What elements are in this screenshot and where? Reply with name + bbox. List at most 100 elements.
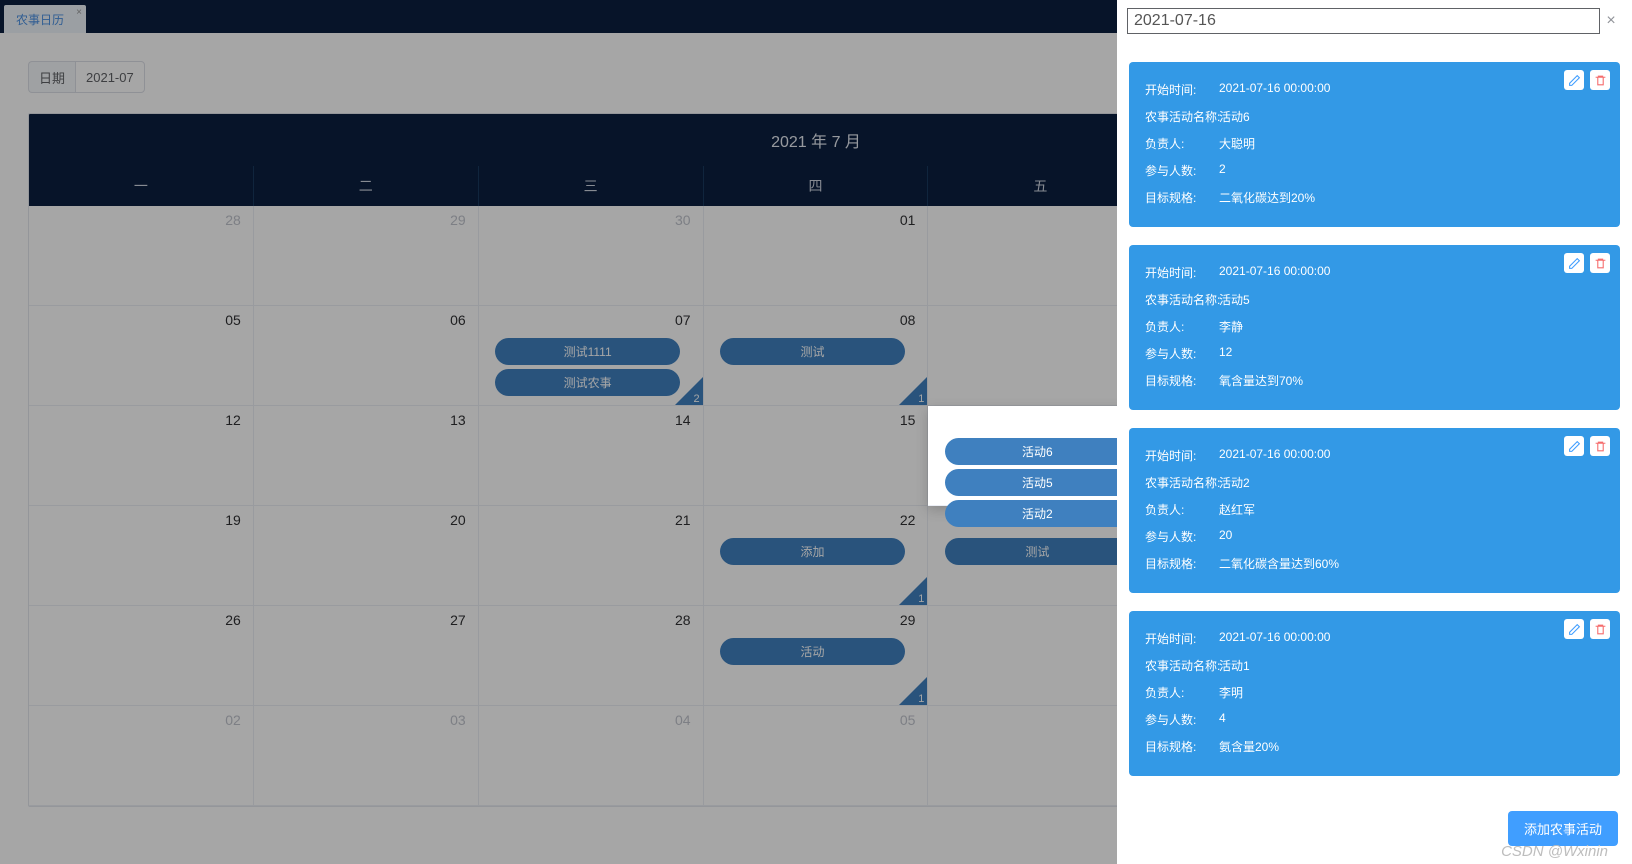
calendar-cell[interactable]: 12 [29, 406, 254, 506]
event-count-badge: 1 [899, 577, 927, 605]
day-number: 05 [900, 712, 916, 728]
card-field-value: 活动2 [1219, 474, 1604, 491]
delete-icon[interactable] [1590, 70, 1610, 90]
card-field-value: 2021-07-16 00:00:00 [1219, 630, 1604, 647]
card-field-label: 开始时间: [1145, 630, 1219, 647]
calendar-cell[interactable]: 05 [704, 706, 929, 806]
card-field-label: 开始时间: [1145, 81, 1219, 98]
calendar-cell[interactable]: 08测试1 [704, 306, 929, 406]
card-field-value: 赵红军 [1219, 501, 1604, 518]
calendar-cell[interactable]: 02 [29, 706, 254, 806]
calendar-event[interactable]: 测试农事 [495, 369, 680, 396]
calendar-cell[interactable]: 03 [254, 706, 479, 806]
card-row: 目标规格:氨含量20% [1145, 733, 1604, 760]
drawer-date-input[interactable] [1127, 8, 1600, 34]
card-field-value: 20 [1219, 528, 1604, 545]
tab-label: 农事日历 [16, 11, 64, 28]
calendar-cell[interactable]: 22添加1 [704, 506, 929, 606]
close-icon[interactable]: × [1600, 12, 1622, 30]
edit-icon[interactable] [1564, 619, 1584, 639]
calendar-cell[interactable]: 06 [254, 306, 479, 406]
card-field-label: 开始时间: [1145, 447, 1219, 464]
card-field-label: 负责人: [1145, 318, 1219, 335]
card-field-label: 参与人数: [1145, 345, 1219, 362]
calendar-cell[interactable]: 15 [704, 406, 929, 506]
day-number: 08 [900, 312, 916, 328]
calendar-event[interactable]: 测试 [945, 538, 1130, 565]
calendar-event[interactable]: 测试1111 [495, 338, 680, 365]
card-row: 农事活动名称:活动2 [1145, 469, 1604, 496]
calendar-cell[interactable]: 29 [254, 206, 479, 306]
weekday-header: 二 [254, 166, 479, 206]
card-row: 开始时间:2021-07-16 00:00:00 [1145, 442, 1604, 469]
calendar-cell[interactable]: 13 [254, 406, 479, 506]
card-row: 负责人:李静 [1145, 313, 1604, 340]
day-number: 14 [675, 412, 691, 428]
calendar-event[interactable]: 活动5 [945, 469, 1130, 496]
calendar-cell[interactable]: 28 [479, 606, 704, 706]
calendar-cell[interactable]: 20 [254, 506, 479, 606]
card-field-label: 农事活动名称: [1145, 291, 1219, 308]
card-field-value: 二氧化碳含量达到60% [1219, 555, 1604, 572]
card-row: 负责人:赵红军 [1145, 496, 1604, 523]
card-field-value: 4 [1219, 711, 1604, 728]
card-field-value: 活动5 [1219, 291, 1604, 308]
calendar-cell[interactable]: 28 [29, 206, 254, 306]
card-field-value: 活动1 [1219, 657, 1604, 674]
delete-icon[interactable] [1590, 253, 1610, 273]
day-number: 02 [225, 712, 241, 728]
calendar-cell[interactable]: 19 [29, 506, 254, 606]
calendar-event[interactable]: 活动6 [945, 438, 1130, 465]
day-number: 07 [675, 312, 691, 328]
calendar-cell[interactable]: 26 [29, 606, 254, 706]
calendar-cell[interactable]: 05 [29, 306, 254, 406]
day-number: 13 [450, 412, 466, 428]
calendar-event[interactable]: 添加 [720, 538, 905, 565]
drawer-body: 开始时间:2021-07-16 00:00:00农事活动名称:活动6负责人:大聪… [1117, 40, 1632, 801]
delete-icon[interactable] [1590, 436, 1610, 456]
card-row: 农事活动名称:活动1 [1145, 652, 1604, 679]
card-field-label: 目标规格: [1145, 555, 1219, 572]
calendar-cell[interactable]: 14 [479, 406, 704, 506]
event-count-badge: 2 [675, 377, 703, 405]
card-field-value: 活动6 [1219, 108, 1604, 125]
tab-farming-calendar[interactable]: 农事日历 × [4, 5, 86, 33]
day-number: 04 [675, 712, 691, 728]
card-field-label: 负责人: [1145, 135, 1219, 152]
day-number: 26 [225, 612, 241, 628]
card-field-value: 二氧化碳达到20% [1219, 189, 1604, 206]
card-field-label: 目标规格: [1145, 372, 1219, 389]
calendar-event[interactable]: 活动2 [945, 500, 1130, 527]
card-field-value: 2021-07-16 00:00:00 [1219, 447, 1604, 464]
date-picker-value[interactable]: 2021-07 [75, 61, 145, 93]
day-number: 01 [900, 212, 916, 228]
calendar-event[interactable]: 测试 [720, 338, 905, 365]
close-icon[interactable]: × [76, 7, 82, 18]
calendar-cell[interactable]: 04 [479, 706, 704, 806]
card-field-value: 2021-07-16 00:00:00 [1219, 264, 1604, 281]
day-number: 29 [900, 612, 916, 628]
card-field-label: 目标规格: [1145, 738, 1219, 755]
calendar-cell[interactable]: 30 [479, 206, 704, 306]
side-drawer: × 开始时间:2021-07-16 00:00:00农事活动名称:活动6负责人:… [1117, 0, 1632, 864]
calendar-event[interactable]: 活动 [720, 638, 905, 665]
calendar-cell[interactable]: 29活动1 [704, 606, 929, 706]
calendar-cell[interactable]: 01 [704, 206, 929, 306]
edit-icon[interactable] [1564, 253, 1584, 273]
card-field-value: 氧含量达到70% [1219, 372, 1604, 389]
calendar-cell[interactable]: 21 [479, 506, 704, 606]
card-row: 参与人数:2 [1145, 157, 1604, 184]
add-activity-button[interactable]: 添加农事活动 [1508, 811, 1618, 846]
calendar-cell[interactable]: 07 测试1111 测试农事2 [479, 306, 704, 406]
calendar-cell[interactable]: 27 [254, 606, 479, 706]
delete-icon[interactable] [1590, 619, 1610, 639]
edit-icon[interactable] [1564, 70, 1584, 90]
edit-icon[interactable] [1564, 436, 1584, 456]
card-row: 农事活动名称:活动6 [1145, 103, 1604, 130]
card-field-label: 参与人数: [1145, 162, 1219, 179]
day-number: 29 [450, 212, 466, 228]
weekday-header: 四 [704, 166, 929, 206]
day-number: 28 [225, 212, 241, 228]
card-field-label: 参与人数: [1145, 528, 1219, 545]
card-field-value: 12 [1219, 345, 1604, 362]
